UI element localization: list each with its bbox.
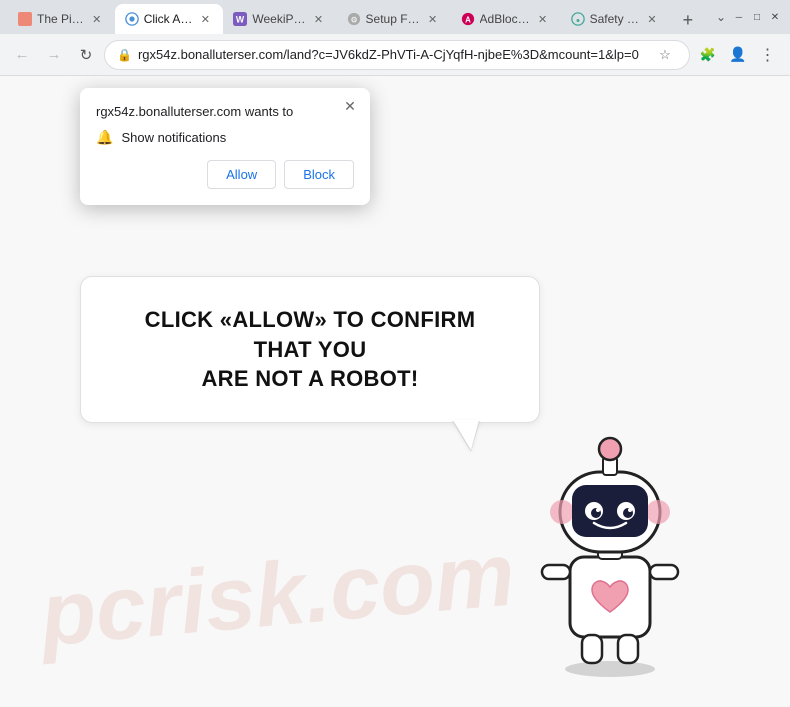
tab-2-label: Click A… bbox=[144, 12, 193, 26]
tab-3-close[interactable]: ✕ bbox=[311, 11, 327, 27]
main-message: CLICK «ALLOW» TO CONFIRM THAT YOU ARE NO… bbox=[113, 305, 507, 394]
svg-text:W: W bbox=[236, 15, 245, 25]
tab-3-label: WeekiP… bbox=[252, 12, 305, 26]
minimize-button[interactable] bbox=[732, 10, 746, 24]
svg-text:●: ● bbox=[575, 18, 579, 25]
tab-5-label: AdBloc… bbox=[480, 12, 530, 26]
tab-5-close[interactable]: ✕ bbox=[535, 11, 551, 27]
back-button[interactable]: ← bbox=[8, 41, 36, 69]
tab-4-close[interactable]: ✕ bbox=[425, 11, 441, 27]
tab-3-favicon: W bbox=[233, 12, 247, 26]
tab-4[interactable]: ⚙ Setup F… ✕ bbox=[337, 4, 451, 34]
new-tab-button[interactable]: + bbox=[674, 6, 702, 34]
close-button[interactable] bbox=[768, 10, 782, 24]
nav-right: 🧩 👤 ⋮ bbox=[694, 41, 782, 69]
tab-3[interactable]: W WeekiP… ✕ bbox=[223, 4, 336, 34]
address-actions: ☆ bbox=[653, 43, 677, 67]
menu-icon[interactable]: ⋮ bbox=[754, 41, 782, 69]
window-controls: ⌄ bbox=[714, 10, 782, 24]
popup-domain: rgx54z.bonalluterser.com wants to bbox=[96, 104, 354, 119]
message-line1: CLICK «ALLOW» TO CONFIRM THAT YOU bbox=[145, 307, 476, 362]
tab-6[interactable]: ● Safety … ✕ bbox=[561, 4, 670, 34]
navbar: ← → ↻ 🔒 rgx54z.bonalluterser.com/land?c=… bbox=[0, 34, 790, 76]
popup-notification-text: Show notifications bbox=[121, 130, 226, 145]
tab-6-close[interactable]: ✕ bbox=[644, 11, 660, 27]
tab-5[interactable]: A AdBloc… ✕ bbox=[451, 4, 561, 34]
message-line2: ARE NOT A ROBOT! bbox=[201, 366, 418, 391]
block-button[interactable]: Block bbox=[284, 160, 354, 189]
svg-text:A: A bbox=[465, 16, 471, 25]
svg-text:⚙: ⚙ bbox=[350, 16, 357, 25]
lock-icon: 🔒 bbox=[117, 48, 132, 62]
message-box-wrap: CLICK «ALLOW» TO CONFIRM THAT YOU ARE NO… bbox=[80, 276, 540, 423]
tab-2-favicon bbox=[125, 12, 139, 26]
maximize-button[interactable] bbox=[750, 10, 764, 24]
permission-popup: ✕ rgx54z.bonalluterser.com wants to 🔔 Sh… bbox=[80, 88, 370, 205]
tab-5-favicon: A bbox=[461, 12, 475, 26]
tab-1-close[interactable]: ✕ bbox=[89, 11, 105, 27]
account-icon[interactable]: 👤 bbox=[724, 41, 752, 69]
tab-1-favicon bbox=[18, 12, 32, 26]
tab-6-favicon: ● bbox=[571, 12, 585, 26]
extensions-icon[interactable]: 🧩 bbox=[694, 41, 722, 69]
chevron-down-icon[interactable]: ⌄ bbox=[714, 10, 728, 24]
tab-4-favicon: ⚙ bbox=[347, 12, 361, 26]
tab-strip: The Pi… ✕ Click A… ✕ W WeekiP… ✕ ⚙ bbox=[8, 0, 706, 34]
tab-6-label: Safety … bbox=[590, 12, 639, 26]
speech-bubble: CLICK «ALLOW» TO CONFIRM THAT YOU ARE NO… bbox=[80, 276, 540, 423]
address-bar[interactable]: 🔒 rgx54z.bonalluterser.com/land?c=JV6kdZ… bbox=[104, 40, 690, 70]
tab-1[interactable]: The Pi… ✕ bbox=[8, 4, 115, 34]
allow-button[interactable]: Allow bbox=[207, 160, 276, 189]
popup-buttons: Allow Block bbox=[96, 160, 354, 189]
refresh-button[interactable]: ↻ bbox=[72, 41, 100, 69]
bookmark-icon[interactable]: ☆ bbox=[653, 43, 677, 67]
tab-1-label: The Pi… bbox=[37, 12, 84, 26]
watermark: pcrisk.com bbox=[36, 523, 518, 667]
popup-notification-row: 🔔 Show notifications bbox=[96, 129, 354, 146]
popup-close-button[interactable]: ✕ bbox=[340, 96, 360, 116]
tab-2[interactable]: Click A… ✕ bbox=[115, 4, 224, 34]
robot-svg bbox=[510, 397, 710, 677]
titlebar: The Pi… ✕ Click A… ✕ W WeekiP… ✕ ⚙ bbox=[0, 0, 790, 34]
robot-illustration bbox=[510, 397, 710, 677]
bell-icon: 🔔 bbox=[96, 129, 113, 146]
tab-2-close[interactable]: ✕ bbox=[197, 11, 213, 27]
forward-button[interactable]: → bbox=[40, 41, 68, 69]
address-text: rgx54z.bonalluterser.com/land?c=JV6kdZ-P… bbox=[138, 47, 647, 62]
page-content: pcrisk.com ✕ rgx54z.bonalluterser.com wa… bbox=[0, 76, 790, 707]
tab-4-label: Setup F… bbox=[366, 12, 420, 26]
